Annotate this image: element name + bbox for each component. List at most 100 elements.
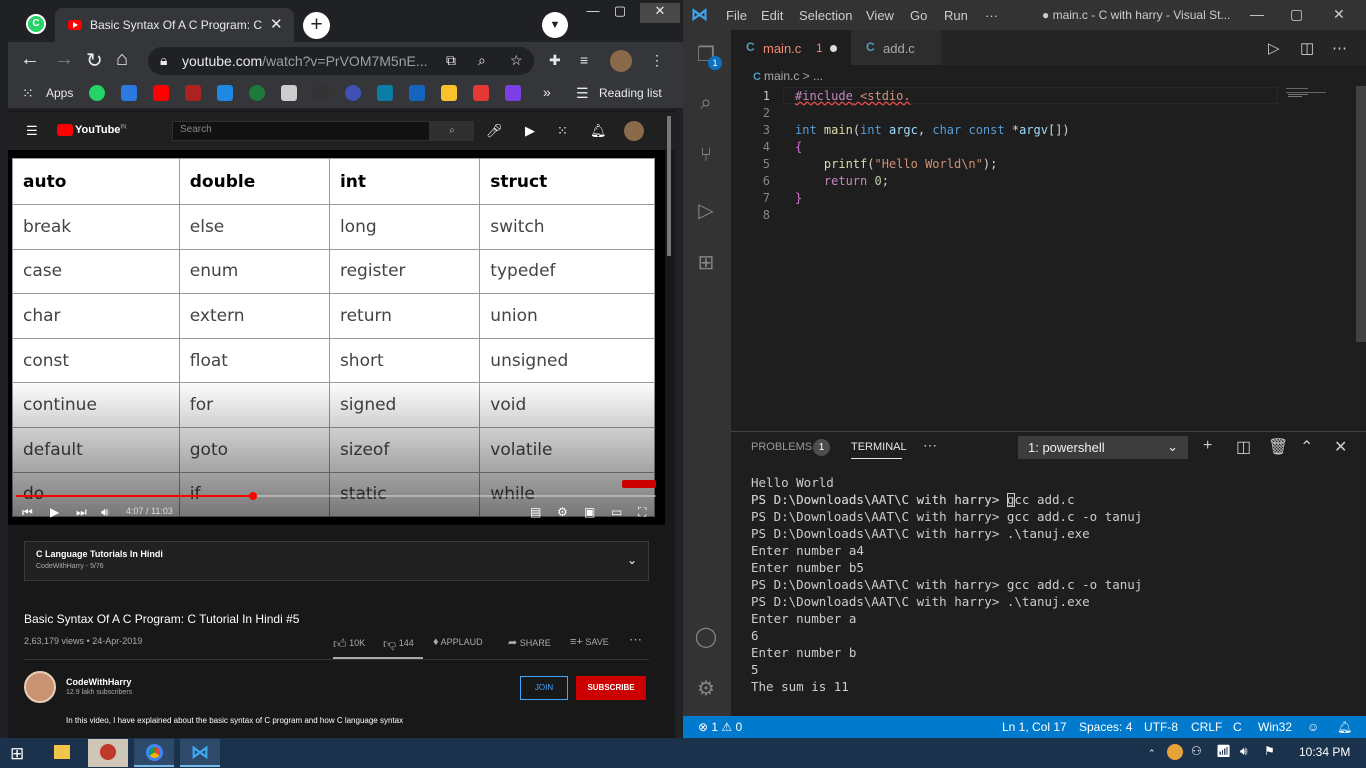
subscribe-button[interactable]: SUBSCRIBE bbox=[576, 676, 646, 700]
unsaved-dot-icon[interactable] bbox=[830, 45, 837, 52]
dislike-button[interactable]: 👎︎ 144 bbox=[383, 636, 414, 652]
feedback-icon[interactable]: ☺ bbox=[1307, 720, 1319, 734]
tab-close-icon[interactable]: ✕ bbox=[270, 15, 283, 33]
bookmark-apps[interactable]: Apps bbox=[46, 86, 73, 100]
tab-search-button[interactable]: ▼ bbox=[542, 12, 568, 38]
close-panel-icon[interactable]: ✕ bbox=[1334, 437, 1347, 457]
menu-item[interactable]: File bbox=[726, 8, 747, 23]
taskbar-clock[interactable]: 10:34 PM bbox=[1299, 745, 1350, 759]
code-line[interactable]: int main(int argc, char const *argv[]) bbox=[795, 123, 1070, 137]
bookmark-icon-9[interactable] bbox=[345, 85, 361, 101]
previous-icon[interactable]: ⏮︎ bbox=[22, 505, 33, 520]
reading-list-button[interactable]: Reading list bbox=[599, 86, 662, 100]
run-file-icon[interactable]: ▷ bbox=[1268, 39, 1280, 57]
windows-start-icon[interactable]: ⊞ bbox=[10, 744, 24, 764]
subscribe-watermark[interactable] bbox=[622, 480, 656, 488]
save-button[interactable]: ≡+ SAVE bbox=[570, 636, 609, 648]
settings-gear-icon[interactable]: ⚙︎ bbox=[557, 505, 568, 519]
code-line[interactable]: return 0; bbox=[795, 174, 889, 188]
play-icon[interactable]: ▶︎ bbox=[50, 505, 59, 519]
problems-tab[interactable]: PROBLEMS bbox=[751, 441, 812, 453]
share-button[interactable]: ➦ SHARE bbox=[508, 636, 551, 649]
breadcrumb[interactable]: C main.c > ... bbox=[753, 69, 823, 83]
bookmark-icon-10[interactable] bbox=[377, 85, 393, 101]
status-eol[interactable]: CRLF bbox=[1191, 720, 1222, 734]
maximize-panel-chevron-up-icon[interactable]: ⌃ bbox=[1300, 437, 1313, 457]
youtube-bookmark-icon[interactable] bbox=[153, 85, 169, 101]
apps-grid-icon[interactable]: ⁙ bbox=[22, 85, 34, 102]
forward-arrow-icon[interactable]: → bbox=[54, 48, 74, 71]
zoom-icon[interactable]: ⌕ bbox=[478, 52, 486, 69]
pinned-app-taskbar-icon[interactable] bbox=[88, 739, 128, 767]
whatsapp-app-icon[interactable]: C bbox=[26, 14, 46, 34]
settings-gear-icon[interactable]: ⚙︎ bbox=[694, 676, 718, 700]
vscode-maximize-button[interactable]: ▢ bbox=[1290, 6, 1303, 23]
vscode-close-button[interactable]: ✕ bbox=[1333, 6, 1345, 23]
tray-chevron-up-icon[interactable]: ⌃ bbox=[1148, 748, 1156, 759]
subtitles-icon[interactable]: ▤ bbox=[530, 505, 541, 519]
notifications-bell-icon[interactable]: 🔔︎ bbox=[1337, 720, 1352, 734]
applaud-button[interactable]: ♦ APPLAUD bbox=[433, 636, 483, 648]
page-scrollbar[interactable] bbox=[667, 116, 671, 256]
menu-item[interactable]: Selection bbox=[799, 8, 852, 23]
terminal-tab[interactable]: TERMINAL bbox=[851, 441, 907, 453]
run-debug-icon[interactable]: ▷ bbox=[694, 198, 718, 222]
apps-icon[interactable]: ⁙ bbox=[557, 123, 568, 139]
file-explorer-taskbar-icon[interactable] bbox=[42, 739, 82, 767]
menu-item[interactable]: View bbox=[866, 8, 894, 23]
status-problems[interactable]: ⊗ 1 ⚠ 0 bbox=[698, 720, 742, 734]
chrome-maximize-button[interactable]: ▢ bbox=[605, 3, 635, 19]
bookmark-icon-2[interactable] bbox=[121, 85, 137, 101]
editor-scrollbar[interactable] bbox=[1356, 86, 1366, 342]
like-button[interactable]: 👍︎ 10K bbox=[333, 636, 365, 652]
volume-icon[interactable]: 🔊︎ bbox=[101, 505, 109, 520]
accounts-icon[interactable]: ◯ bbox=[694, 624, 718, 648]
bookmark-star-icon[interactable]: ☆ bbox=[510, 52, 523, 69]
reload-icon[interactable]: ↻ bbox=[86, 48, 103, 73]
profile-avatar[interactable] bbox=[610, 50, 632, 72]
bookmark-icon-6[interactable] bbox=[249, 85, 265, 101]
new-tab-button[interactable]: + bbox=[303, 12, 330, 39]
status-language[interactable]: C bbox=[1233, 720, 1242, 734]
bookmark-icon-13[interactable] bbox=[473, 85, 489, 101]
bookmark-icon-7[interactable] bbox=[281, 85, 297, 101]
vscode-minimize-button[interactable]: — bbox=[1250, 6, 1264, 22]
kill-terminal-trash-icon[interactable]: 🗑︎ bbox=[1268, 437, 1288, 457]
whatsapp-bookmark-icon[interactable] bbox=[89, 85, 105, 101]
bookmark-icon-11[interactable] bbox=[409, 85, 425, 101]
bookmark-icon-12[interactable] bbox=[441, 85, 457, 101]
channel-name[interactable]: CodeWithHarry bbox=[66, 677, 131, 687]
status-indentation[interactable]: Spaces: 4 bbox=[1079, 720, 1132, 734]
terminal-prompt-line[interactable]: PS D:\Downloads\AAT\C with harry> bbox=[751, 492, 1142, 509]
more-actions-icon[interactable]: ⋯ bbox=[629, 632, 642, 648]
youtube-search-icon[interactable]: ⌕ bbox=[430, 121, 474, 141]
chevron-down-icon[interactable]: ⌄ bbox=[627, 553, 637, 567]
create-video-icon[interactable]: ▶︎ bbox=[525, 123, 535, 139]
playlist-title[interactable]: C Language Tutorials In Hindi bbox=[36, 549, 163, 559]
code-line[interactable]: #include <stdio. bbox=[795, 89, 911, 103]
tray-network-app-icon[interactable]: ⚇ bbox=[1191, 744, 1202, 758]
voice-search-mic-icon[interactable]: 🎤︎ bbox=[486, 123, 503, 139]
more-actions-icon[interactable]: ⋯ bbox=[1332, 39, 1347, 57]
minimap[interactable] bbox=[1282, 86, 1346, 116]
chrome-minimize-button[interactable]: — bbox=[578, 3, 608, 18]
more-bookmarks-icon[interactable]: » bbox=[543, 84, 551, 100]
theater-mode-icon[interactable]: ▭ bbox=[611, 505, 622, 519]
chrome-menu-icon[interactable]: ⋮ bbox=[650, 52, 664, 69]
home-icon[interactable]: ⌂ bbox=[116, 48, 128, 71]
hamburger-menu-icon[interactable]: ☰ bbox=[26, 123, 38, 139]
status-encoding[interactable]: UTF-8 bbox=[1144, 720, 1178, 734]
reading-list-icon[interactable]: ☰ bbox=[576, 85, 589, 102]
youtube-account-avatar[interactable] bbox=[624, 121, 644, 141]
next-icon[interactable]: ⏭︎ bbox=[76, 505, 87, 520]
menu-item[interactable]: Edit bbox=[761, 8, 783, 23]
split-editor-icon[interactable]: ◫ bbox=[1300, 39, 1314, 57]
miniplayer-icon[interactable]: ▣ bbox=[584, 505, 595, 519]
lock-icon[interactable]: 🔒︎ bbox=[160, 52, 167, 69]
video-scrubber-handle[interactable] bbox=[248, 492, 257, 500]
source-control-icon[interactable]: ⑂ bbox=[694, 144, 718, 168]
action-flag-icon[interactable]: ⚑ bbox=[1264, 744, 1275, 758]
media-control-icon[interactable]: ≡ bbox=[580, 52, 588, 68]
panel-more-icon[interactable]: ⋯ bbox=[923, 437, 937, 454]
youtube-logo[interactable]: YouTubeIN bbox=[75, 124, 126, 136]
